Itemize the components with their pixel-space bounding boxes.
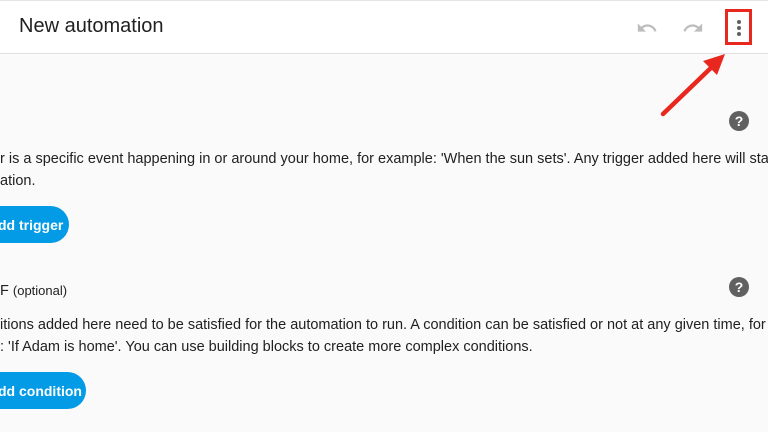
add-condition-button[interactable]: dd condition: [0, 372, 86, 409]
add-trigger-button[interactable]: dd trigger: [0, 206, 69, 243]
conditions-help-icon[interactable]: ?: [729, 277, 749, 297]
automation-editor: New automation ? r is a specific event h…: [0, 0, 768, 432]
conditions-description-line-2: : 'If Adam is home'. You can use buildin…: [0, 339, 533, 355]
redo-button[interactable]: [679, 14, 707, 42]
help-glyph: ?: [734, 279, 744, 295]
conditions-heading-fragment: F: [0, 283, 9, 299]
triggers-description-line-1: r is a specific event happening in or ar…: [0, 151, 768, 167]
page-title: New automation: [19, 15, 164, 37]
help-glyph: ?: [734, 113, 744, 129]
annotation-highlight-box: [725, 9, 752, 45]
add-trigger-label: dd trigger: [0, 216, 64, 233]
add-condition-label: dd condition: [0, 382, 82, 399]
conditions-heading: F (optional): [0, 283, 67, 299]
undo-icon: [637, 23, 657, 32]
triggers-help-icon[interactable]: ?: [729, 111, 749, 131]
optional-label: (optional): [12, 283, 68, 298]
conditions-description-line-1: itions added here need to be satisfied f…: [0, 317, 766, 333]
top-app-bar: New automation: [0, 0, 768, 54]
redo-icon: [683, 23, 703, 32]
annotation-arrow-icon: [660, 54, 725, 117]
triggers-description-line-2: ation.: [0, 173, 36, 189]
undo-button[interactable]: [633, 14, 661, 42]
